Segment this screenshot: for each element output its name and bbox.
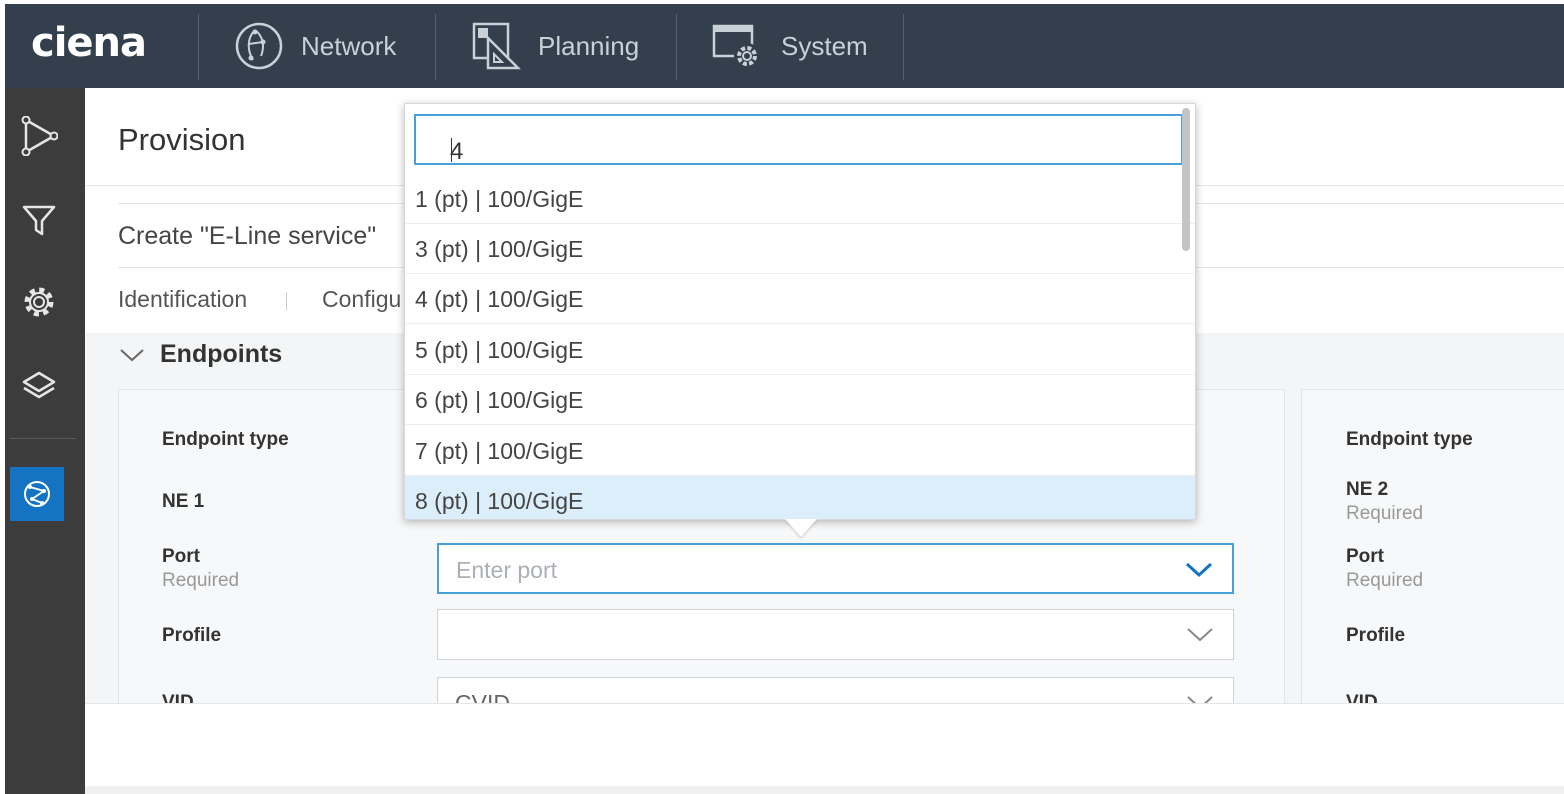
left-rail (5, 88, 85, 794)
layers-icon[interactable] (19, 365, 59, 405)
content-footer (85, 704, 1564, 786)
profile-label: Profile (162, 625, 222, 646)
filter-icon[interactable] (19, 200, 59, 240)
nav-planning-label: Planning (538, 30, 640, 61)
chevron-down-icon[interactable] (1185, 625, 1215, 645)
planning-icon (472, 22, 522, 70)
port-search-input[interactable]: 4 (414, 114, 1183, 165)
footer-strip (85, 786, 1564, 794)
port-dropdown: 4 1 (pt) | 100/GigE 3 (pt) | 100/GigE 4 … (404, 103, 1196, 520)
tab-identification[interactable]: Identification (118, 286, 247, 313)
profile-label: Profile (1346, 625, 1406, 646)
ne2-required-hint: Required (1346, 503, 1424, 524)
dropdown-pointer (785, 519, 817, 537)
endpoints-section-toggle[interactable]: Endpoints (118, 340, 282, 369)
chevron-down-icon[interactable] (1184, 560, 1214, 580)
port-search-value: 4 (450, 138, 464, 165)
port-option[interactable]: 5 (pt) | 100/GigE (405, 325, 1195, 375)
port-option[interactable]: 7 (pt) | 100/GigE (405, 426, 1195, 476)
port-option-highlighted[interactable]: 8 (pt) | 100/GigE (405, 476, 1195, 519)
port-option[interactable]: 6 (pt) | 100/GigE (405, 375, 1195, 425)
port-option[interactable]: 1 (pt) | 100/GigE (405, 174, 1195, 224)
nav-item-system[interactable]: System (711, 4, 868, 88)
system-gear-icon (712, 24, 760, 69)
topology-icon[interactable] (19, 116, 59, 156)
globe-icon (235, 22, 283, 70)
port-required-hint: Required (162, 570, 240, 591)
endpoint-card-2: Endpoint type NE 2 Required Port Require… (1301, 389, 1564, 713)
nav-item-network[interactable]: Network (233, 4, 396, 88)
port-label: Port (1346, 546, 1384, 567)
nav-system-label: System (781, 30, 868, 61)
endpoint-type-label: Endpoint type (1346, 429, 1473, 450)
tab-divider (286, 292, 287, 310)
dropdown-scrollbar[interactable] (1182, 108, 1190, 251)
top-nav-bar: ciena Network Planning System (5, 4, 1564, 88)
nav-divider (198, 14, 199, 80)
nav-divider (435, 14, 436, 80)
endpoints-section-label: Endpoints (160, 340, 283, 368)
ne2-label: NE 2 (1346, 479, 1389, 500)
nav-item-planning[interactable]: Planning (470, 4, 639, 88)
ciena-logo[interactable]: ciena (31, 20, 147, 66)
port-placeholder: Enter port (456, 557, 557, 583)
endpoint-type-label: Endpoint type (162, 429, 289, 450)
text-caret (451, 138, 452, 162)
port-select[interactable]: Enter port (437, 543, 1234, 594)
nav-divider (903, 14, 904, 80)
port-required-hint: Required (1346, 570, 1424, 591)
page-title: Provision (118, 122, 246, 157)
rail-divider (10, 438, 76, 439)
nav-divider (676, 14, 677, 80)
settings-gear-icon[interactable] (19, 282, 59, 322)
port-label: Port (162, 546, 200, 567)
tab-configuration[interactable]: Configu (322, 286, 401, 313)
port-option[interactable]: 3 (pt) | 100/GigE (405, 224, 1195, 274)
profile-select[interactable] (437, 609, 1234, 660)
chevron-down-icon (120, 348, 144, 361)
service-globe-icon[interactable] (10, 467, 64, 521)
port-option[interactable]: 4 (pt) | 100/GigE (405, 274, 1195, 324)
nav-network-label: Network (301, 30, 397, 61)
ne1-label: NE 1 (162, 491, 205, 512)
form-title: Create "E-Line service" (118, 222, 377, 250)
